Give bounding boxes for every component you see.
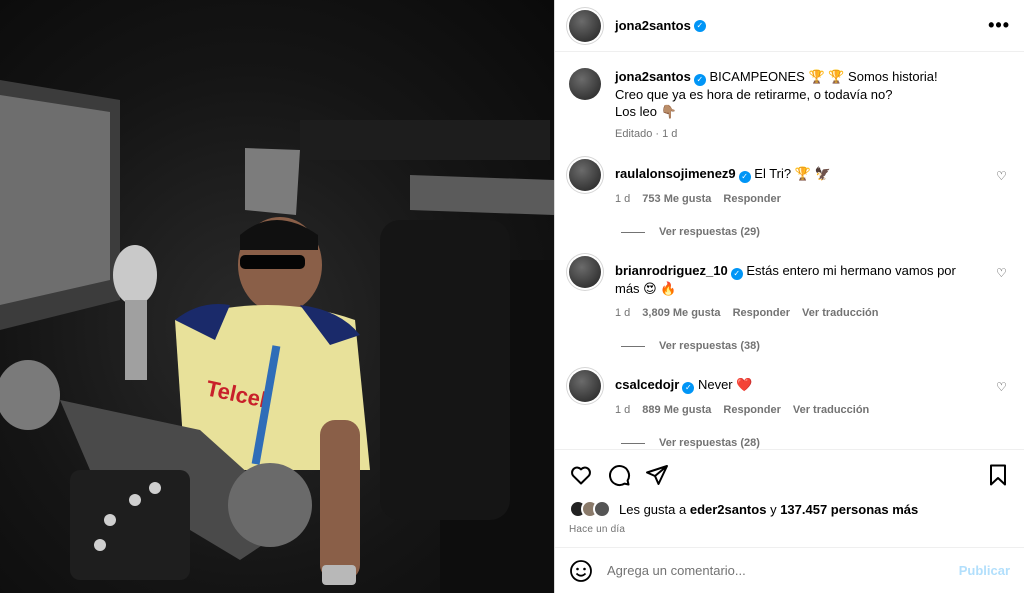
reply-button[interactable]: Responder [723, 191, 780, 208]
comment-time: 1 d [615, 307, 631, 319]
comment-item: raulalonsojimenez9 ✓ El Tri? 🏆 🦅 1 d 753 … [569, 159, 1010, 208]
author-avatar[interactable] [569, 9, 601, 42]
post-comment-button[interactable]: Publicar [959, 563, 1010, 578]
replies-dash [621, 442, 645, 444]
post-caption: jona2santos ✓ BICAMPEONES 🏆 🏆 Somos histo… [569, 68, 1010, 143]
share-send-icon[interactable] [645, 463, 669, 487]
comment-avatar[interactable] [569, 159, 601, 191]
replies-dash [621, 345, 645, 347]
smiley-icon[interactable] [569, 559, 593, 583]
comment-like-heart-icon[interactable]: ♡ [996, 256, 1010, 322]
post-image-illustration: Telcel [0, 80, 554, 593]
likes-count[interactable]: 137.457 personas más [780, 502, 918, 517]
verified-badge-icon: ✓ [682, 382, 695, 394]
comment-time: 1 d [615, 404, 631, 416]
comment-item: brianrodriguez_10 ✓ Estás entero mi herma… [569, 256, 1010, 322]
author-username[interactable]: jona2santos [615, 18, 691, 33]
comment-like-heart-icon[interactable]: ♡ [996, 159, 1010, 208]
save-bookmark-icon[interactable] [986, 463, 1010, 487]
comment-username[interactable]: brianrodriguez_10 [615, 263, 728, 278]
comment-input[interactable] [607, 563, 945, 578]
caption-line-3: Los leo 👇🏽 [615, 104, 677, 119]
liker-username[interactable]: eder2santos [690, 502, 767, 517]
translate-button[interactable]: Ver traducción [793, 402, 869, 419]
view-replies-button[interactable]: Ver respuestas (28) [621, 437, 1010, 449]
verified-badge-icon: ✓ [693, 19, 706, 32]
likes-prefix: Les gusta a [619, 501, 687, 517]
comment-text: El Tri? 🏆 🦅 [754, 166, 831, 181]
view-replies-label: Ver respuestas (38) [659, 340, 760, 352]
like-heart-icon[interactable] [569, 463, 593, 487]
more-horizontal-icon[interactable]: ••• [988, 15, 1010, 36]
comment-item: csalcedojr ✓ Never ❤️ 1 d 889 Me gusta Re… [569, 370, 1010, 419]
verified-badge-icon: ✓ [738, 171, 751, 183]
view-replies-label: Ver respuestas (28) [659, 437, 760, 449]
comment-composer: Publicar [555, 547, 1024, 593]
post-header: jona2santos ✓ ••• [555, 0, 1024, 52]
comment-likes[interactable]: 889 Me gusta [642, 402, 711, 419]
reply-button[interactable]: Responder [733, 305, 790, 322]
caption-meta: Editado · 1 d [615, 128, 678, 140]
comment-username[interactable]: raulalonsojimenez9 [615, 166, 736, 181]
post-timestamp: Hace un día [569, 524, 626, 535]
comment-text: Never ❤️ [697, 377, 753, 392]
caption-line-2: Creo que ya es hora de retirarme, o toda… [615, 87, 893, 102]
likes-connector: y [770, 501, 777, 517]
comments-scroll[interactable]: jona2santos ✓ BICAMPEONES 🏆 🏆 Somos histo… [555, 52, 1024, 449]
comment-avatar[interactable] [569, 370, 601, 402]
caption-line-1: BICAMPEONES 🏆 🏆 Somos historia! [709, 69, 938, 84]
verified-badge-icon: ✓ [730, 268, 743, 280]
likes-summary: Les gusta a eder2santos y 137.457 person… [569, 500, 1010, 518]
caption-username[interactable]: jona2santos [615, 69, 691, 84]
comment-like-heart-icon[interactable]: ♡ [996, 370, 1010, 419]
translate-button[interactable]: Ver traducción [802, 305, 878, 322]
comment-likes[interactable]: 3,809 Me gusta [642, 305, 720, 322]
post-actions: Les gusta a eder2santos y 137.457 person… [555, 449, 1024, 535]
liker-avatars [569, 500, 611, 518]
comment-username[interactable]: csalcedojr [615, 377, 679, 392]
comment-likes[interactable]: 753 Me gusta [642, 191, 711, 208]
view-replies-label: Ver respuestas (29) [659, 226, 760, 238]
post-side-panel: jona2santos ✓ ••• jona2santos ✓ BICAMPEON… [554, 0, 1024, 593]
view-replies-button[interactable]: Ver respuestas (29) [621, 226, 1010, 238]
comment-avatar[interactable] [569, 256, 601, 288]
caption-avatar[interactable] [569, 68, 601, 100]
verified-badge-icon: ✓ [693, 74, 706, 86]
comment-time: 1 d [615, 193, 631, 205]
replies-dash [621, 231, 645, 233]
view-replies-button[interactable]: Ver respuestas (38) [621, 340, 1010, 352]
post-photo[interactable]: Telcel [0, 0, 554, 593]
reply-button[interactable]: Responder [723, 402, 780, 419]
comment-bubble-icon[interactable] [607, 463, 631, 487]
